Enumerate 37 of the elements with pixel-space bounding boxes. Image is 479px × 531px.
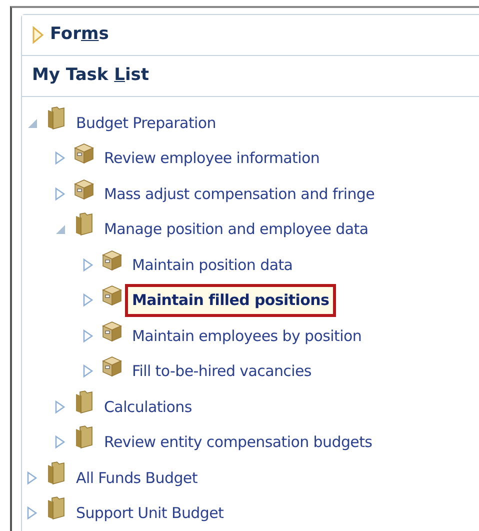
tree-item[interactable]: Maintain employees by position <box>128 322 366 349</box>
expand-icon[interactable] <box>32 26 44 44</box>
expand-icon[interactable] <box>26 506 38 520</box>
tree-item[interactable]: All Funds Budget <box>72 464 202 491</box>
folder-icon <box>45 496 67 520</box>
box-icon <box>73 176 95 201</box>
box-icon <box>101 248 123 272</box>
expand-icon[interactable] <box>26 470 38 485</box>
tree-item[interactable]: Budget Preparation <box>72 110 220 136</box>
box-icon <box>101 318 123 343</box>
tree-item[interactable]: Maintain position data <box>128 252 297 278</box>
section-header: My Task List <box>32 64 150 88</box>
expand-icon[interactable] <box>82 364 94 378</box>
section-header[interactable]: Forms <box>50 22 109 48</box>
tree-item[interactable]: Mass adjust compensation and fringe <box>100 180 379 207</box>
tree-item[interactable]: Manage position and employee data <box>100 216 372 242</box>
folder-icon <box>73 425 95 450</box>
folder-icon <box>73 212 95 236</box>
tree-item[interactable]: Maintain filled positions <box>128 287 334 314</box>
expand-icon[interactable] <box>54 186 66 201</box>
expand-icon[interactable] <box>82 328 94 343</box>
expand-icon[interactable] <box>82 293 94 308</box>
tree-item[interactable]: Fill to-be-hired vacancies <box>128 358 316 384</box>
expand-icon[interactable] <box>54 435 66 450</box>
expand-icon[interactable] <box>54 400 66 414</box>
box-icon <box>101 354 123 378</box>
expand-icon[interactable] <box>54 151 66 166</box>
box-icon <box>73 141 95 166</box>
folder-icon <box>73 390 95 414</box>
tree-item[interactable]: Review employee information <box>100 145 324 172</box>
tree-item[interactable]: Support Unit Budget <box>72 500 228 526</box>
tree-item[interactable]: Calculations <box>100 394 196 420</box>
tree-item[interactable]: Review entity compensation budgets <box>100 429 376 456</box>
box-icon <box>101 283 123 308</box>
folder-icon <box>45 106 67 130</box>
folder-icon <box>45 460 67 485</box>
expand-icon[interactable] <box>82 258 94 272</box>
